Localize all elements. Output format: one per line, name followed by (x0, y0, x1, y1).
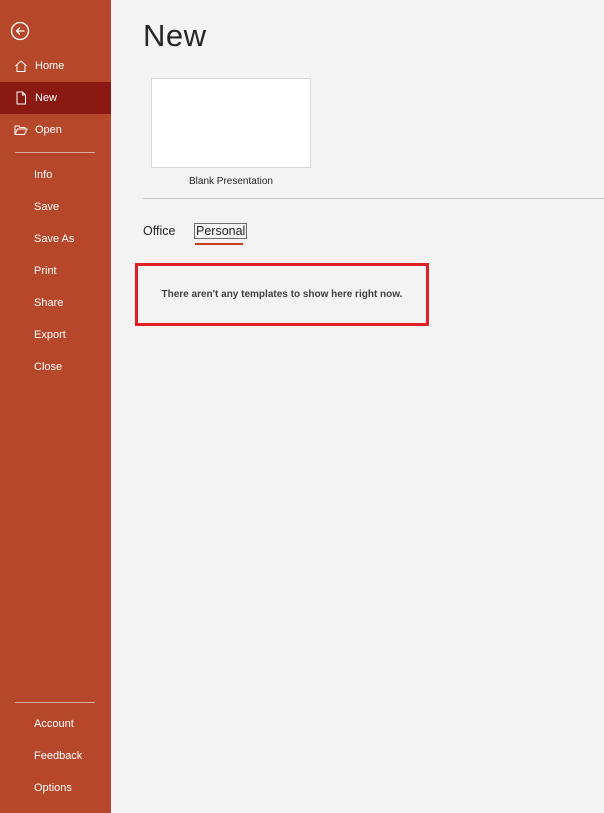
sidebar-item-label: Share (34, 297, 64, 309)
page-title: New (143, 18, 207, 53)
sidebar-item-info[interactable]: Info (0, 159, 111, 191)
home-icon (13, 58, 29, 74)
sidebar-item-home[interactable]: Home (0, 50, 111, 82)
sidebar-item-print[interactable]: Print (0, 255, 111, 287)
sidebar-item-share[interactable]: Share (0, 287, 111, 319)
new-document-icon (13, 90, 29, 106)
sidebar-item-label: Home (35, 60, 65, 72)
sidebar-item-label: New (35, 92, 58, 104)
main-panel: New Blank Presentation Office Personal T… (111, 0, 604, 813)
sidebar-item-save-as[interactable]: Save As (0, 223, 111, 255)
backstage-sidebar: Home New Open Info Save Save As Print Sh… (0, 0, 111, 813)
sidebar-item-account[interactable]: Account (0, 708, 111, 740)
sidebar-item-options[interactable]: Options (0, 772, 111, 804)
sidebar-item-export[interactable]: Export (0, 319, 111, 351)
sidebar-item-new[interactable]: New (0, 82, 111, 114)
tab-personal[interactable]: Personal (193, 223, 248, 239)
blank-presentation-thumbnail[interactable] (151, 78, 311, 168)
sidebar-item-label: Open (35, 124, 62, 136)
sidebar-item-label: Options (34, 782, 72, 794)
back-arrow-icon[interactable] (9, 20, 31, 42)
sidebar-item-label: Save As (34, 233, 75, 245)
sidebar-item-label: Info (34, 169, 53, 181)
section-divider (143, 198, 604, 199)
sidebar-item-feedback[interactable]: Feedback (0, 740, 111, 772)
sidebar-item-label: Print (34, 265, 57, 277)
tab-office[interactable]: Office (143, 224, 175, 238)
empty-templates-message: There aren't any templates to show here … (161, 289, 403, 300)
sidebar-item-label: Close (34, 361, 63, 373)
open-folder-icon (13, 122, 29, 138)
sidebar-divider (15, 702, 95, 703)
sidebar-item-label: Save (34, 201, 60, 213)
sidebar-item-label: Feedback (34, 750, 83, 762)
sidebar-item-open[interactable]: Open (0, 114, 111, 146)
tab-selected-underline (195, 243, 243, 245)
sidebar-divider (15, 152, 95, 153)
empty-templates-highlight: There aren't any templates to show here … (135, 263, 429, 326)
sidebar-item-save[interactable]: Save (0, 191, 111, 223)
blank-presentation-label[interactable]: Blank Presentation (151, 176, 311, 187)
sidebar-item-label: Export (34, 329, 66, 341)
sidebar-item-close[interactable]: Close (0, 351, 111, 383)
sidebar-item-label: Account (34, 718, 74, 730)
